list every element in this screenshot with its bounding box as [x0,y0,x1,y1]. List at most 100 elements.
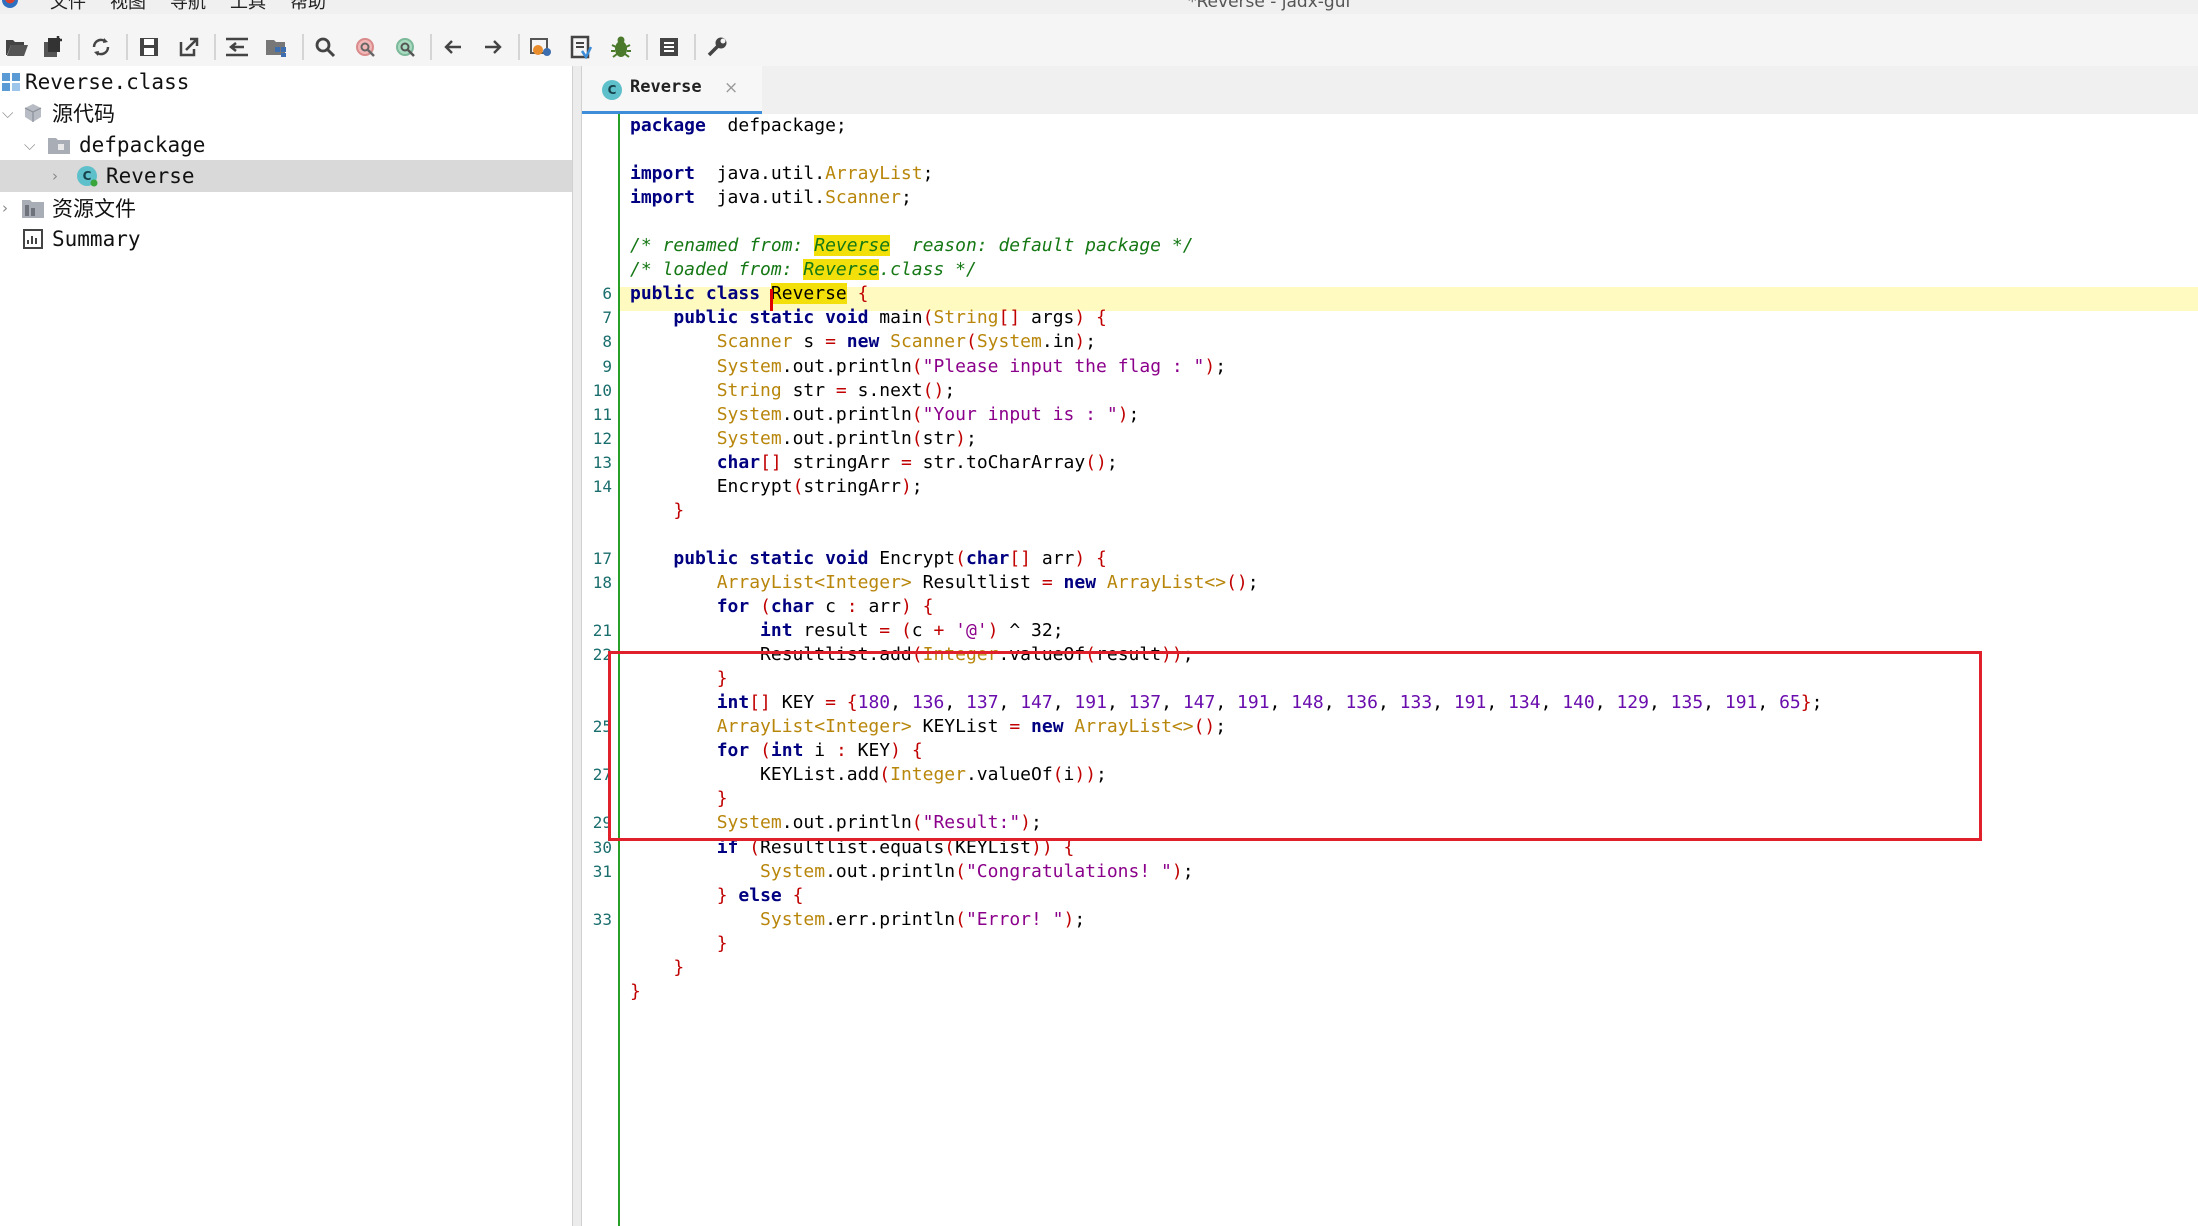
code-line[interactable]: } [630,932,728,956]
code-line[interactable]: package defpackage; [630,114,847,138]
code-line[interactable]: System.out.println("Congratulations! "); [630,860,1194,884]
close-icon[interactable]: × [724,78,738,98]
code-token: Reverse [803,259,880,281]
menu-file[interactable]: 文件 [50,0,86,12]
code-token: ) { [1074,307,1107,329]
code-line[interactable]: } else { [630,884,804,908]
package-folder-icon [48,135,70,155]
code-token: java.util. [695,163,826,185]
tree-item-package[interactable]: ⌵ defpackage [0,129,572,161]
code-line[interactable]: System.out.println("Please input the fla… [630,355,1226,379]
menu-navigation[interactable]: 导航 [170,0,206,12]
code-token: s.next [857,379,923,401]
code-line[interactable]: String str = s.next(); [630,379,955,403]
sync-tree-icon[interactable] [220,30,254,64]
code-token: .class */ [879,259,977,281]
tree-source-label: 源代码 [52,102,115,126]
code-token: () [1085,451,1107,473]
tree-item-resources[interactable]: › 资源文件 [0,192,572,224]
code-token: import [630,187,696,209]
code-token: stringArr [781,451,901,473]
flatten-packages-icon[interactable] [260,30,294,64]
tab-reverse[interactable]: C Reverse × [582,66,762,114]
tree-item-class[interactable]: › C Reverse [0,160,572,192]
code-line[interactable]: Scanner s = new Scanner(System.in); [630,330,1096,354]
debug-icon[interactable] [604,30,638,64]
code-token: = [900,451,923,473]
code-line[interactable]: public static void main(String[] args) { [630,306,1107,330]
tree-item-file[interactable]: Reverse.class [0,66,572,98]
code-line[interactable]: } [630,499,684,523]
tree-item-source[interactable]: ⌵ 源代码 [0,97,572,129]
chevron-right-icon[interactable]: › [2,199,8,217]
code-line[interactable]: System.out.println("Your input is : "); [630,403,1140,427]
code-line[interactable]: int result = (c + '@') ^ 32; [630,619,1064,643]
code-line[interactable]: } [630,980,641,1004]
sync-icon[interactable] [84,30,118,64]
line-number [582,523,612,547]
code-token: reason: default package */ [890,235,1194,257]
find-class-icon[interactable] [388,30,422,64]
code-token: ; [1247,571,1259,593]
line-number: 9 [602,356,612,376]
code-line[interactable]: System.out.println(str); [630,427,977,451]
menu-help[interactable]: 帮助 [290,0,326,12]
code-token: ( [911,355,923,377]
code-line[interactable]: public class Reverse { [630,282,868,306]
line-number: 12 [592,428,612,448]
code-token: ; [911,475,923,497]
code-token: ) [1074,331,1086,353]
toolbar-separator [646,34,648,60]
line-number [582,138,612,162]
back-icon[interactable] [436,30,470,64]
chevron-down-icon[interactable]: ⌵ [24,136,35,154]
code-token: Resultlist [911,571,1042,593]
text-caret [770,289,773,311]
code-line[interactable]: char[] stringArr = str.toCharArray(); [630,451,1118,475]
search-icon[interactable] [308,30,342,64]
pane-splitter[interactable]: ⋮⋮ [572,66,590,1226]
chevron-down-icon[interactable]: ⌵ [2,104,13,122]
code-token: String [716,379,782,401]
code-line[interactable]: for (char c : arr) { [630,595,934,619]
code-token: = [825,331,847,353]
code-line[interactable]: import java.util.ArrayList; [630,162,933,186]
code-line[interactable]: import java.util.Scanner; [630,186,912,210]
menu-tools[interactable]: 工具 [230,0,266,12]
forward-icon[interactable] [476,30,510,64]
code-token: /* renamed from: [630,235,815,257]
code-line[interactable]: System.err.println("Error! "); [630,908,1085,932]
line-number: 14 [592,476,612,496]
add-files-icon[interactable] [36,30,70,64]
code-line[interactable]: Encrypt(stringArr); [630,475,923,499]
line-number [582,114,612,138]
line-number [582,186,612,210]
code-token: c [911,620,934,642]
code-line[interactable]: } [630,956,684,980]
code-token: ArrayList [825,163,923,185]
export-icon[interactable] [172,30,206,64]
code-line[interactable]: /* renamed from: Reverse reason: default… [630,234,1194,258]
menu-view[interactable]: 视图 [110,0,146,12]
log-icon[interactable] [652,30,686,64]
decompile-icon[interactable] [524,30,558,64]
code-token: System [760,860,826,882]
chevron-right-icon[interactable]: › [52,167,58,185]
code-line[interactable]: /* loaded from: Reverse.class */ [630,258,977,282]
save-all-icon[interactable] [132,30,166,64]
code-line[interactable]: ArrayList<Integer> Resultlist = new Arra… [630,571,1259,595]
summary-icon [22,229,44,249]
code-line[interactable]: public static void Encrypt(char[] arr) { [630,547,1107,571]
code-token: Reverse [814,235,891,257]
tree-item-summary[interactable]: Summary [0,223,572,255]
line-number [582,595,612,619]
preferences-icon[interactable] [700,30,734,64]
deobfuscation-icon[interactable] [564,30,598,64]
open-file-icon[interactable] [0,30,34,64]
code-token: } [673,956,685,978]
find-usage-icon[interactable] [348,30,382,64]
